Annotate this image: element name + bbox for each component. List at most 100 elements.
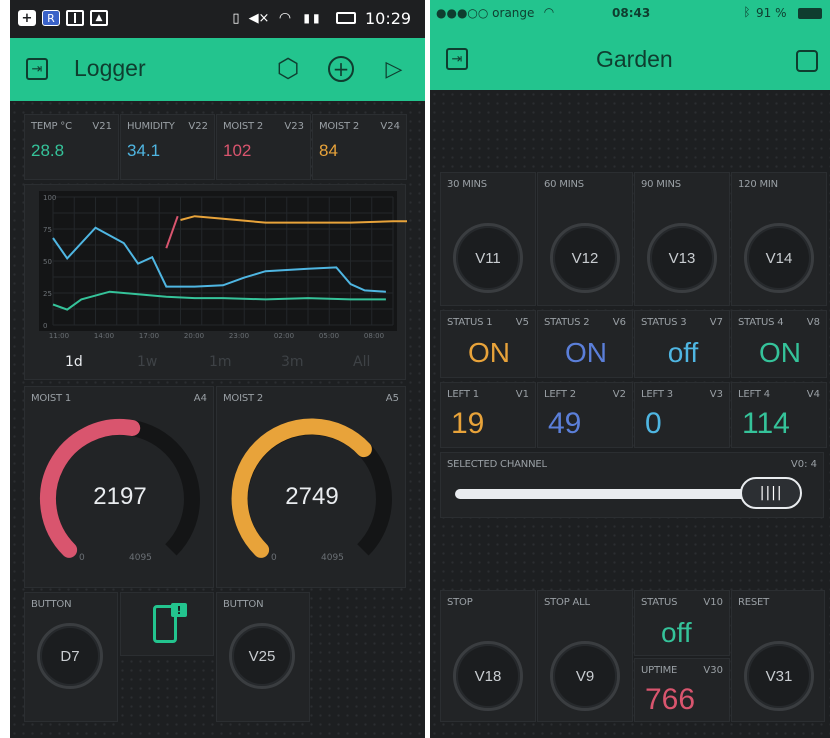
gallery-icon: ▲: [90, 10, 108, 26]
wifi-icon: ◠: [543, 5, 555, 19]
r-app-icon: R: [42, 10, 60, 26]
slider-handle[interactable]: ||||: [740, 477, 803, 509]
status-value: ON: [759, 337, 801, 368]
value-display-4: MOIST 2 V24 84: [312, 114, 407, 180]
left-display-3: LEFT 3 V3 0: [634, 382, 730, 448]
status-display-2: STATUS 2 V6 ON: [537, 310, 633, 378]
timer-button-v14[interactable]: V14: [744, 223, 814, 293]
notification-widget[interactable]: !: [120, 592, 214, 656]
timer-widget-3: 90 MINS V13: [634, 172, 730, 306]
value-label: TEMP °C: [31, 121, 72, 132]
settings-icon[interactable]: ⬡: [274, 54, 302, 84]
back-icon[interactable]: ⇥: [446, 48, 468, 70]
status-value: ON: [468, 337, 510, 368]
y-tick-label: 25: [43, 290, 52, 298]
range-tab-all[interactable]: All: [353, 354, 370, 370]
battery-percent: 91 %: [756, 6, 787, 20]
value-label: MOIST 2: [319, 121, 360, 132]
status-display-3: STATUS 3 V7 off: [634, 310, 730, 378]
timer-button-v11[interactable]: V11: [453, 223, 523, 293]
status-time: 10:29: [365, 9, 412, 28]
v25-button[interactable]: V25: [229, 623, 295, 689]
status-label: STATUS 4: [738, 317, 784, 328]
history-graph[interactable]: 100 75 50 25 0 11:00 14:00 17:00 20:00 23:00 02:00…: [24, 184, 407, 380]
status-time: 08:43: [612, 6, 651, 20]
uptime-value: 766: [645, 683, 696, 716]
stop-square-icon[interactable]: [796, 50, 818, 72]
left-value: 19: [451, 407, 485, 440]
left-pin: V1: [515, 389, 529, 400]
selected-channel-slider: SELECTED CHANNEL V0: 4 ||||: [440, 452, 824, 518]
button-widget-d7: BUTTON D7: [24, 592, 118, 722]
value-reading: 34.1: [127, 141, 161, 160]
range-tab-1m[interactable]: 1m: [209, 354, 232, 370]
timer-button-v12[interactable]: V12: [550, 223, 620, 293]
left-pin: V3: [709, 389, 723, 400]
status-label: STATUS 1: [447, 317, 493, 328]
stop-all-button-widget: STOP ALL V9: [537, 590, 633, 722]
value-pin: V22: [188, 121, 208, 132]
status-value: ON: [565, 337, 607, 368]
left-value: 114: [742, 407, 790, 440]
status-display-v10: STATUS V10 off: [634, 590, 730, 656]
gauge-max: 4095: [129, 553, 152, 563]
range-tab-3m[interactable]: 3m: [281, 354, 304, 370]
left-pin: V2: [612, 389, 626, 400]
button-widget-v25: BUTTON V25: [216, 592, 310, 722]
gauge-min: 0: [271, 553, 277, 563]
x-tick-label: 08:00: [364, 332, 384, 340]
timer-label: 120 MIN: [738, 179, 778, 190]
y-tick-label: 100: [43, 194, 56, 202]
timer-label: 90 MINS: [641, 179, 681, 190]
value-display-1: TEMP °C V21 28.8: [24, 114, 119, 180]
battery-icon: [798, 8, 822, 19]
range-tab-1w[interactable]: 1w: [137, 354, 157, 370]
stop-all-button[interactable]: V9: [550, 641, 620, 711]
range-tab-1d[interactable]: 1d: [65, 354, 83, 370]
uptime-display: UPTIME V30 766: [634, 658, 730, 722]
left-display-2: LEFT 2 V2 49: [537, 382, 633, 448]
x-tick-label: 20:00: [184, 332, 204, 340]
gauge-widget-2: MOIST 2 A5 2749 0 4095: [216, 386, 406, 588]
left-value: 0: [645, 407, 662, 440]
back-icon[interactable]: ⇥: [26, 58, 48, 80]
left-label: LEFT 2: [544, 389, 576, 400]
timer-label: 60 MINS: [544, 179, 584, 190]
y-tick-label: 0: [43, 322, 47, 330]
left-label: LEFT 4: [738, 389, 770, 400]
logger-phone-screen: + R ▲ ▯ ◀× ◠ ▮▮ 10:29 ⇥ Logger ⬡ + ▷ TEM…: [10, 0, 425, 738]
history-chart: 100 75 50 25 011:00 14:00 17:00 20:00 23:00 02:00…: [39, 191, 407, 340]
bluetooth-icon: ᛒ: [743, 5, 751, 19]
status-pin: V8: [806, 317, 820, 328]
left-display-4: LEFT 4 V4 114: [731, 382, 827, 448]
timer-widget-1: 30 MINS V11: [440, 172, 536, 306]
value-label: HUMIDITY: [127, 121, 175, 132]
play-icon[interactable]: ▷: [382, 56, 406, 82]
left-value: 49: [548, 407, 582, 440]
value-pin: V24: [380, 121, 400, 132]
app-bar: ⇥ Garden: [430, 26, 830, 90]
reader-icon: [66, 10, 84, 26]
d7-button[interactable]: D7: [37, 623, 103, 689]
reset-button[interactable]: V31: [744, 641, 814, 711]
value-reading: 28.8: [31, 141, 65, 160]
timer-widget-4: 120 MIN V14: [731, 172, 827, 306]
alert-badge-icon: !: [171, 603, 187, 617]
gauge-value: 2197: [93, 483, 147, 510]
status-pin: V5: [515, 317, 529, 328]
vibrate-icon: ▯: [232, 10, 240, 26]
left-display-1: LEFT 1 V1 19: [440, 382, 536, 448]
add-icon[interactable]: +: [328, 56, 354, 82]
value-label: MOIST 2: [223, 121, 264, 132]
y-tick-label: 50: [43, 258, 52, 266]
value-reading: 84: [319, 141, 338, 160]
stop-button[interactable]: V18: [453, 641, 523, 711]
value-display-2: HUMIDITY V22 34.1: [120, 114, 215, 180]
timer-button-v13[interactable]: V13: [647, 223, 717, 293]
left-label: LEFT 1: [447, 389, 479, 400]
left-pin: V4: [806, 389, 820, 400]
status-label: STATUS 2: [544, 317, 590, 328]
x-tick-label: 05:00: [319, 332, 339, 340]
reset-button-widget: RESET V31: [731, 590, 825, 722]
app-bar: ⇥ Logger ⬡ + ▷: [10, 38, 425, 101]
